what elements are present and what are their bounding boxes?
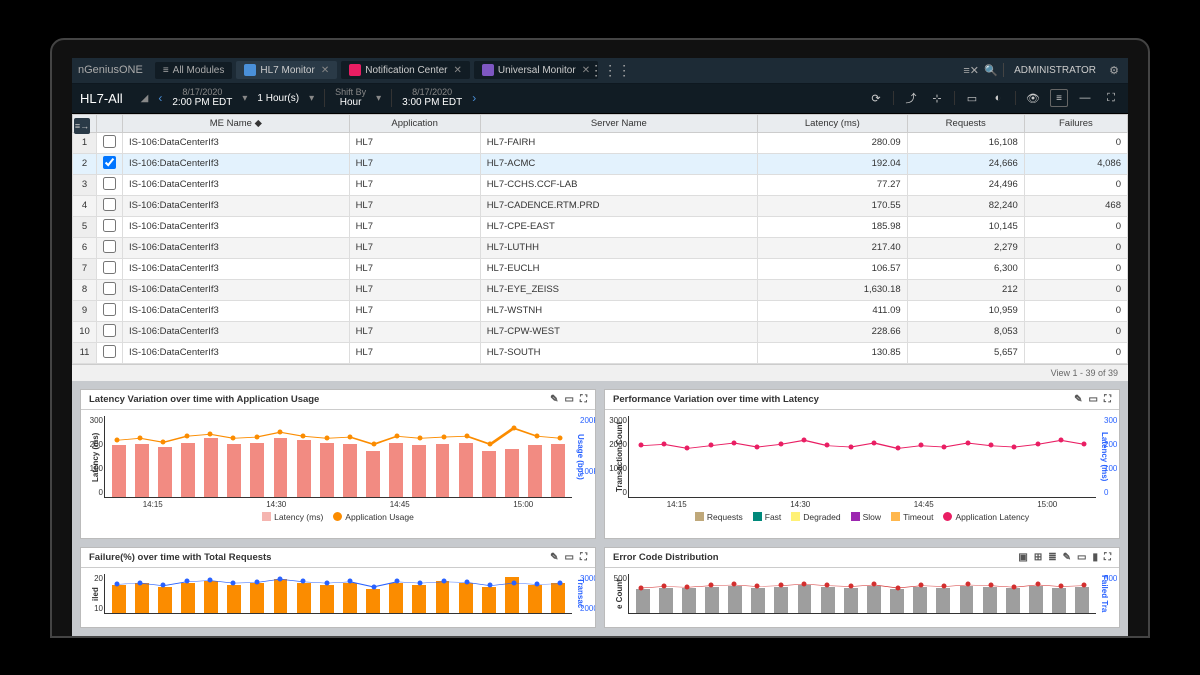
- table-row[interactable]: 4IS-106:DataCenterIf3HL7HL7-CADENCE.RTM.…: [73, 195, 1128, 216]
- panel-performance-variation: Performance Variation over time with Lat…: [604, 389, 1120, 539]
- table-row[interactable]: 6IS-106:DataCenterIf3HL7HL7-LUTHH217.402…: [73, 237, 1128, 258]
- col-failures[interactable]: Failures: [1024, 114, 1127, 132]
- view-count-label: View 1 - 39 of 39: [72, 364, 1128, 381]
- col-application[interactable]: Application: [349, 114, 480, 132]
- app-logo: nGeniusONE: [78, 64, 143, 76]
- layers-icon: ≡: [163, 65, 169, 76]
- gear-icon[interactable]: ⚙: [1106, 62, 1122, 78]
- bar-icon[interactable]: ▮: [1092, 552, 1098, 563]
- row-checkbox[interactable]: [103, 156, 116, 169]
- tab-notification-center[interactable]: Notification Center✕: [341, 61, 470, 79]
- tab-universal-monitor[interactable]: Universal Monitor✕: [474, 61, 598, 79]
- config-icon[interactable]: ▣: [1018, 552, 1027, 563]
- row-checkbox[interactable]: [103, 240, 116, 253]
- shift-by-select[interactable]: Shift By Hour: [335, 88, 366, 109]
- expand-icon[interactable]: ⛶: [580, 394, 587, 405]
- list-icon[interactable]: ≡: [1050, 89, 1068, 107]
- start-datetime[interactable]: 8/17/2020 2:00 PM EDT: [172, 88, 232, 109]
- pie-icon[interactable]: ◐: [989, 89, 1007, 107]
- panel-latency-variation: Latency Variation over time with Applica…: [80, 389, 596, 539]
- page-title: HL7-All: [80, 91, 123, 106]
- end-datetime[interactable]: 8/17/2020 3:00 PM EDT: [402, 88, 462, 109]
- image-icon[interactable]: ▭: [565, 394, 574, 405]
- image-icon[interactable]: ▭: [1089, 394, 1098, 405]
- tab-all-modules[interactable]: ≡All Modules: [155, 62, 233, 79]
- col-server-name[interactable]: Server Name: [480, 114, 757, 132]
- row-checkbox[interactable]: [103, 198, 116, 211]
- table-row[interactable]: 10IS-106:DataCenterIf3HL7HL7-CPW-WEST228…: [73, 321, 1128, 342]
- row-checkbox[interactable]: [103, 177, 116, 190]
- settings-icon[interactable]: ✎: [550, 394, 558, 405]
- hl7-icon: [244, 64, 256, 76]
- image-icon[interactable]: ▭: [565, 552, 574, 563]
- row-checkbox[interactable]: [103, 345, 116, 358]
- col-latency[interactable]: Latency (ms): [757, 114, 907, 132]
- expand-icon[interactable]: ⛶: [1104, 552, 1111, 563]
- globe-icon: [482, 64, 494, 76]
- table-row[interactable]: 7IS-106:DataCenterIf3HL7HL7-EUCLH106.576…: [73, 258, 1128, 279]
- table-row[interactable]: 8IS-106:DataCenterIf3HL7HL7-EYE_ZEISS1,6…: [73, 279, 1128, 300]
- minimize-icon[interactable]: —: [1076, 89, 1094, 107]
- expand-icon[interactable]: ⛶: [1104, 394, 1111, 405]
- grid-icon[interactable]: ⊞: [1034, 552, 1042, 563]
- expand-icon[interactable]: ⛶: [1102, 89, 1120, 107]
- time-range-bar: HL7-All ◢ ‹ 8/17/2020 2:00 PM EDT ▾ 1 Ho…: [72, 84, 1128, 114]
- clear-icon[interactable]: ≡✕: [963, 62, 979, 78]
- row-checkbox[interactable]: [103, 324, 116, 337]
- top-bar: nGeniusONE ≡All Modules HL7 Monitor✕ Not…: [72, 58, 1128, 84]
- table-row[interactable]: 3IS-106:DataCenterIf3HL7HL7-CCHS.CCF-LAB…: [73, 174, 1128, 195]
- table-row[interactable]: 2IS-106:DataCenterIf3HL7HL7-ACMC192.0424…: [73, 153, 1128, 174]
- list-icon[interactable]: ≣: [1048, 552, 1056, 563]
- duration-select[interactable]: 1 Hour(s): [257, 93, 299, 104]
- share-icon[interactable]: ⤴: [902, 89, 920, 107]
- settings-icon[interactable]: ✎: [1063, 552, 1071, 563]
- image-icon[interactable]: ▭: [1077, 552, 1086, 563]
- row-checkbox[interactable]: [103, 135, 116, 148]
- close-icon[interactable]: ✕: [453, 65, 461, 76]
- bell-icon: [349, 64, 361, 76]
- apps-grid-icon[interactable]: ⋮⋮⋮: [602, 62, 618, 78]
- col-requests[interactable]: Requests: [907, 114, 1024, 132]
- table-row[interactable]: 11IS-106:DataCenterIf3HL7HL7-SOUTH130.85…: [73, 342, 1128, 363]
- table-row[interactable]: 1IS-106:DataCenterIf3HL7HL7-FAIRH280.091…: [73, 132, 1128, 153]
- sort-icon: ◆: [255, 118, 262, 129]
- network-icon[interactable]: ⊹: [928, 89, 946, 107]
- panel-error-distribution: Error Code Distribution ▣ ⊞ ≣ ✎ ▭ ▮ ⛶ e …: [604, 547, 1120, 628]
- next-range-icon[interactable]: ›: [472, 91, 476, 105]
- prev-range-icon[interactable]: ‹: [158, 91, 162, 105]
- close-icon[interactable]: ✕: [321, 65, 329, 76]
- settings-icon[interactable]: ✎: [550, 552, 558, 563]
- col-me-name[interactable]: ME Name ◆: [123, 114, 350, 132]
- user-label[interactable]: ADMINISTRATOR: [1014, 65, 1096, 76]
- row-checkbox[interactable]: [103, 219, 116, 232]
- data-table: ME Name ◆ Application Server Name Latenc…: [72, 114, 1128, 364]
- refresh-icon[interactable]: ⟳: [867, 89, 885, 107]
- panel-failure-percent: Failure(%) over time with Total Requests…: [80, 547, 596, 628]
- settings-icon[interactable]: ✎: [1074, 394, 1082, 405]
- sidebar-toggle-icon[interactable]: ≡→: [74, 118, 90, 134]
- row-checkbox[interactable]: [103, 282, 116, 295]
- search-icon[interactable]: 🔍: [983, 62, 999, 78]
- image-icon[interactable]: ▭: [963, 89, 981, 107]
- col-checkbox[interactable]: [97, 114, 123, 132]
- table-row[interactable]: 9IS-106:DataCenterIf3HL7HL7-WSTNH411.091…: [73, 300, 1128, 321]
- eye-icon[interactable]: 👁: [1024, 89, 1042, 107]
- expand-icon[interactable]: ⛶: [580, 552, 587, 563]
- tab-hl7-monitor[interactable]: HL7 Monitor✕: [236, 61, 337, 79]
- row-checkbox[interactable]: [103, 261, 116, 274]
- row-checkbox[interactable]: [103, 303, 116, 316]
- table-row[interactable]: 5IS-106:DataCenterIf3HL7HL7-CPE-EAST185.…: [73, 216, 1128, 237]
